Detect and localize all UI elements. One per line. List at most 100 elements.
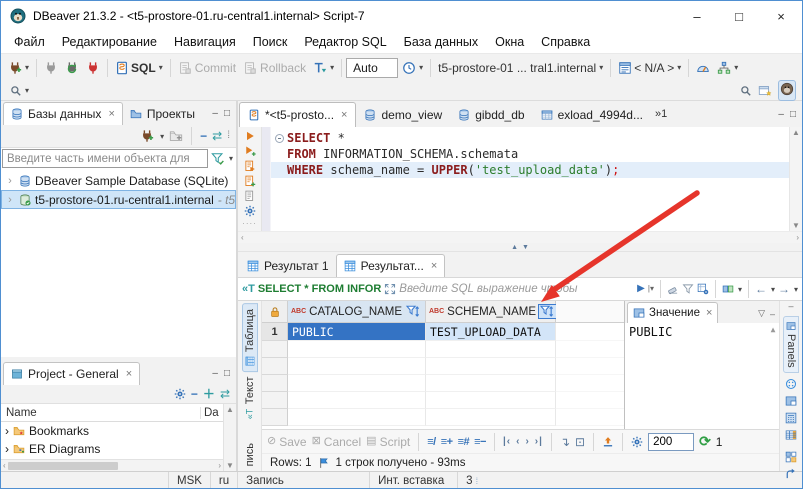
collapse-all-icon[interactable]: −	[200, 130, 207, 142]
column-header-schema-name[interactable]: ABCSCHEMA_NAME	[426, 301, 556, 323]
grid-corner[interactable]	[262, 301, 288, 323]
maximize-button[interactable]: □	[718, 1, 760, 31]
empty-row[interactable]	[262, 409, 624, 426]
history-caret[interactable]: ▾	[419, 63, 423, 72]
clear-filter-icon[interactable]	[667, 283, 679, 295]
grouping-panel-icon[interactable]	[785, 451, 797, 463]
insert-mode-indicator[interactable]: Инт. вставка	[370, 472, 458, 489]
minimize-panel-icon[interactable]: –	[778, 109, 784, 120]
reference-caret[interactable]: ▾	[738, 285, 742, 294]
fold-collapse-icon[interactable]	[275, 134, 284, 143]
project-item-er-diagrams[interactable]: ›ER Diagrams	[1, 440, 223, 458]
nav-back-caret[interactable]: ▾	[771, 285, 775, 294]
presentation-tab-text[interactable]: «TТекст	[243, 372, 257, 424]
new-connection-button[interactable]: ▾	[5, 59, 32, 77]
link-with-editor-icon[interactable]: ⇄	[212, 130, 222, 142]
empty-row[interactable]	[262, 341, 624, 358]
references-panel-icon[interactable]	[785, 468, 797, 480]
chevron-right-icon[interactable]: ›	[5, 194, 15, 206]
prev-row-icon[interactable]: ‹	[516, 436, 520, 447]
fetch-page-icon[interactable]: ↴	[560, 436, 570, 448]
execute-new-tab-icon[interactable]	[244, 145, 256, 157]
tab-close-icon[interactable]: ×	[341, 109, 347, 121]
search-icon[interactable]	[740, 85, 752, 97]
edit-mode-indicator[interactable]: Запись	[238, 472, 370, 489]
sql-code-area[interactable]: SELECT *FROM INFORMATION_SCHEMA.schemata…	[271, 127, 789, 231]
add-row-icon[interactable]: ≡+	[441, 436, 453, 448]
code-line-3[interactable]: WHERE schema_name = UPPER('test_upload_d…	[271, 162, 789, 178]
column-filter-sort-icon[interactable]	[405, 305, 422, 318]
transaction-log-button[interactable]: ▾	[310, 59, 337, 77]
schema-selector[interactable]: < N/A >▾	[615, 59, 684, 77]
tree-item-dbeaver-sample-database-sqlite[interactable]: ›DBeaver Sample Database (SQLite)	[1, 171, 236, 190]
dbeaver-perspective-button[interactable]	[778, 80, 796, 101]
script-button[interactable]: ▤Script	[366, 435, 410, 449]
dashboard-button[interactable]	[693, 59, 713, 77]
tab-result-2[interactable]: Результат... ×	[336, 254, 446, 277]
menu-файл[interactable]: Файл	[14, 35, 45, 49]
grid-settings-icon[interactable]	[631, 436, 643, 448]
project-item-bookmarks[interactable]: ›Bookmarks	[1, 422, 223, 440]
scroll-down-icon[interactable]: ▼	[792, 221, 800, 230]
transaction-caret[interactable]: ▾	[330, 63, 334, 72]
column-date[interactable]: Da	[201, 407, 223, 419]
empty-cell[interactable]	[288, 341, 426, 358]
result-query-label[interactable]: SELECT * FROM INFOR	[258, 283, 381, 295]
query-history-button[interactable]: ▾	[399, 59, 426, 77]
project-vscrollbar[interactable]: ▲▼	[223, 404, 236, 471]
scroll-left-icon[interactable]: ‹	[3, 461, 6, 470]
first-row-icon[interactable]: |‹	[503, 436, 511, 447]
column-header-catalog-name[interactable]: ABCCATALOG_NAME	[288, 301, 426, 323]
chevron-right-icon[interactable]: ›	[5, 424, 9, 438]
empty-row[interactable]	[262, 358, 624, 375]
refresh-icon[interactable]: ⟳	[699, 433, 711, 450]
scroll-right-icon[interactable]: ›	[218, 461, 221, 470]
calc-panel-icon[interactable]	[785, 412, 797, 424]
strip-minimize-icon[interactable]: –	[788, 302, 793, 311]
nav-forward-icon[interactable]: →	[778, 283, 790, 295]
editor-settings-icon[interactable]	[244, 205, 256, 217]
scroll-up-icon[interactable]: ▲	[226, 405, 234, 414]
execute-statement-icon[interactable]	[244, 130, 256, 142]
duplicate-row-icon[interactable]: ≡#	[458, 436, 470, 448]
row-number[interactable]: 1	[262, 323, 288, 341]
editor-results-sash[interactable]: ▲▼	[238, 243, 802, 251]
open-perspective-icon[interactable]	[758, 84, 772, 98]
value-scrollbar[interactable]: ▲	[767, 325, 779, 429]
export-data-icon[interactable]	[602, 436, 614, 448]
empty-cell[interactable]	[288, 358, 426, 375]
tree-item-t5-prostore-01-ru-central1-internal[interactable]: ›t5-prostore-01.ru-central1.internal - t…	[1, 190, 236, 209]
reconnect-button[interactable]	[62, 59, 82, 77]
edit-cell-icon[interactable]: ≡/	[427, 436, 435, 448]
menu-редактирование[interactable]: Редактирование	[62, 35, 157, 49]
presentation-tab-grid[interactable]: Таблица	[242, 303, 258, 372]
editor-tab-demo-view[interactable]: demo_view	[356, 102, 450, 127]
scroll-up-icon[interactable]: ▲	[792, 128, 800, 137]
view-menu-icon[interactable]: ⁞	[227, 131, 230, 141]
empty-row[interactable]	[262, 392, 624, 409]
commit-button[interactable]: Commit	[175, 59, 239, 77]
nav-forward-caret[interactable]: ▾	[794, 285, 798, 294]
expand-icon[interactable]: ＋	[203, 388, 215, 400]
empty-cell[interactable]	[288, 392, 426, 409]
close-button[interactable]: ×	[760, 1, 802, 31]
chevron-right-icon[interactable]: ›	[5, 175, 15, 187]
timezone-indicator[interactable]: MSK	[169, 472, 211, 489]
value-menu-icon[interactable]: ▽	[758, 308, 765, 319]
reference-icon[interactable]	[722, 283, 734, 295]
value-panel-close-icon[interactable]: ×	[706, 307, 712, 319]
disconnect-button[interactable]	[83, 59, 103, 77]
tab-project-general[interactable]: Project - General ×	[3, 362, 140, 385]
menu-справка[interactable]: Справка	[541, 35, 590, 49]
topology-button[interactable]: ▾	[714, 59, 741, 77]
project-hscrollbar[interactable]: ‹›	[1, 459, 223, 471]
quick-search-button[interactable]: ▾	[7, 83, 32, 99]
sql-editor-button[interactable]: SQL▾	[112, 59, 166, 77]
sql-editor-caret[interactable]: ▾	[159, 63, 163, 72]
empty-cell[interactable]	[426, 375, 556, 392]
delete-row-icon[interactable]: ≡−	[474, 436, 486, 448]
editor-hscrollbar[interactable]: ‹›	[238, 231, 802, 243]
rollback-button[interactable]: Rollback	[240, 59, 309, 77]
new-folder-icon[interactable]	[169, 129, 183, 143]
value-panel-tab[interactable]: Значение ×	[627, 302, 718, 323]
